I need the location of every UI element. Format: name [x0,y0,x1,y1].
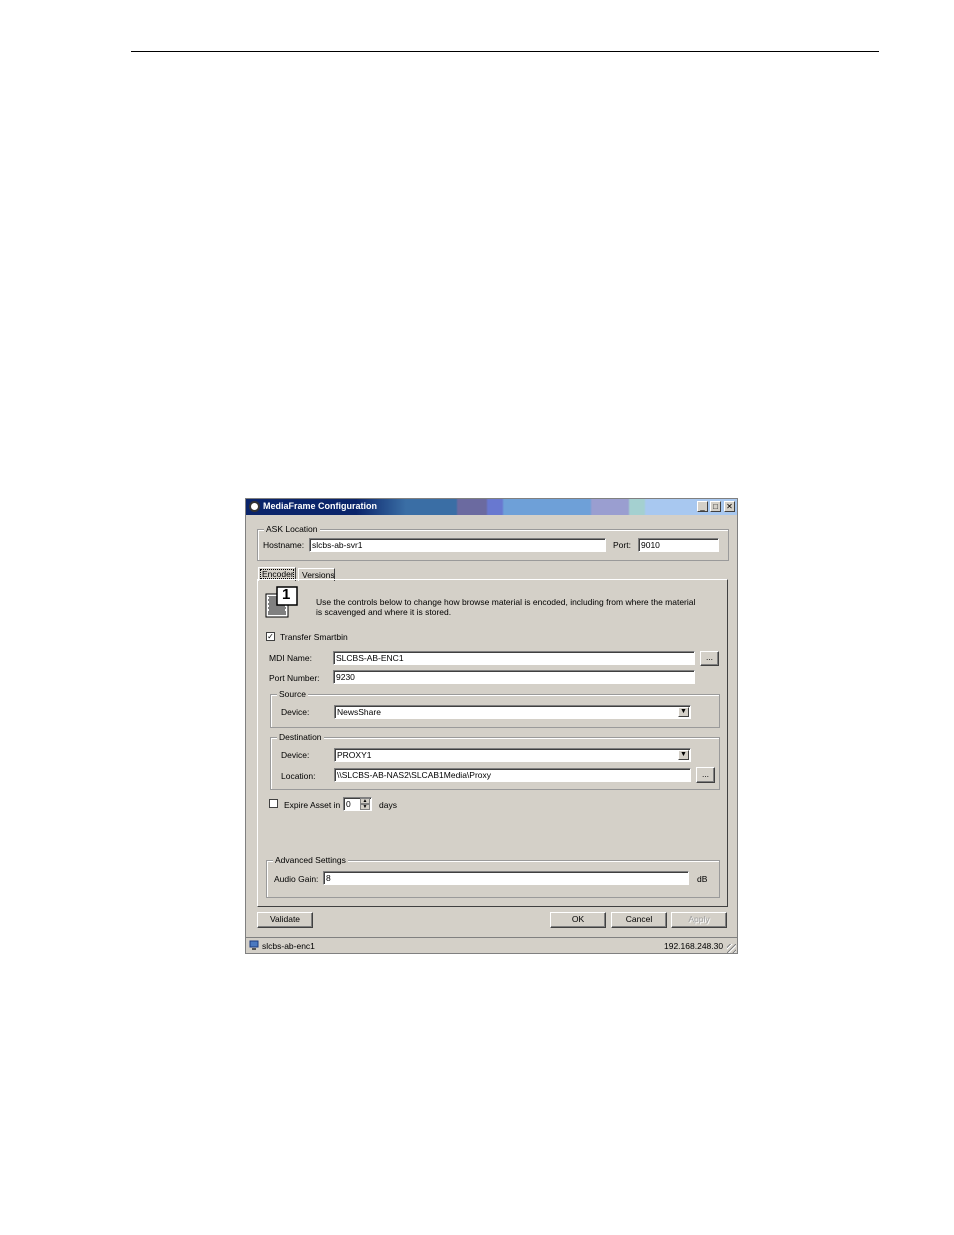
apply-button[interactable]: Apply [671,912,727,928]
destination-device-dropdown[interactable]: PROXY1 ▼ [334,748,691,762]
destination-location-field[interactable]: \\SLCBS-AB-NAS2\SLCAB1Media\Proxy [334,768,691,782]
status-ip: 192.168.248.30 [664,941,724,951]
audio-gain-unit: dB [697,874,708,884]
hostname-label: Hostname: [263,540,305,550]
close-button[interactable]: ✕ [724,501,735,512]
computer-icon [249,940,259,951]
destination-device-label: Device: [281,750,310,760]
window-title: MediaFrame Configuration [263,501,378,511]
ask-location-group: ASK Location Hostname: slcbs-ab-svr1 Por… [257,524,729,561]
title-bar[interactable]: MediaFrame Configuration _ □ ✕ [246,499,737,515]
audio-gain-field[interactable]: 8 [323,871,689,885]
destination-device-value: PROXY1 [337,750,372,760]
mdi-name-browse-button[interactable]: ... [700,651,719,666]
minimize-button[interactable]: _ [697,501,708,512]
source-device-dropdown[interactable]: NewsShare ▼ [334,705,691,719]
audio-gain-label: Audio Gain: [274,874,319,884]
status-bar: slcbs-ab-enc1 192.168.248.30 [246,937,737,954]
expire-days-spinner[interactable]: 0 ▲ ▼ [343,797,372,811]
spinner-down-icon[interactable]: ▼ [360,804,370,810]
location-browse-button[interactable]: ... [696,767,715,783]
source-group: Source Device: NewsShare ▼ [270,689,720,728]
maximize-button[interactable]: □ [710,501,721,512]
mdi-name-label: MDI Name: [269,653,312,663]
page-header-rule [131,51,879,52]
ask-location-legend: ASK Location [264,524,320,535]
ok-button[interactable]: OK [550,912,606,928]
destination-location-label: Location: [281,771,316,781]
days-label: days [379,800,397,810]
transfer-smartbin-label: Transfer Smartbin [280,632,348,642]
port-number-label: Port Number: [269,673,320,683]
advanced-settings-legend: Advanced Settings [273,855,348,866]
expire-asset-checkbox[interactable] [269,799,278,808]
validate-button[interactable]: Validate [257,912,313,928]
status-hostname: slcbs-ab-enc1 [262,941,315,951]
advanced-settings-group: Advanced Settings Audio Gain: 8 dB [266,855,720,898]
expire-days-value: 0 [346,799,351,809]
encoder-tab-panel: 1 Use the controls below to change how b… [257,579,728,907]
chevron-down-icon[interactable]: ▼ [678,750,689,760]
chevron-down-icon[interactable]: ▼ [678,707,689,717]
source-device-label: Device: [281,707,310,717]
mdi-name-field[interactable]: SLCBS-AB-ENC1 [333,651,695,665]
hostname-field[interactable]: slcbs-ab-svr1 [309,538,606,552]
port-number-field[interactable]: 9230 [333,670,695,684]
port-label: Port: [613,540,631,550]
transfer-smartbin-checkbox[interactable]: ✓ [266,632,275,641]
app-icon [249,501,260,512]
destination-legend: Destination [277,732,324,743]
source-device-value: NewsShare [337,707,381,717]
expire-asset-label: Expire Asset in [284,800,341,810]
encoder-description: Use the controls below to change how bro… [316,597,696,617]
mediaframe-configuration-window: MediaFrame Configuration _ □ ✕ ASK Locat… [245,498,738,954]
resize-grip-icon[interactable] [727,944,736,953]
source-legend: Source [277,689,308,700]
cancel-button[interactable]: Cancel [611,912,667,928]
encoder-icon-digit: 1 [282,586,291,603]
encoder-film-icon: 1 [265,586,299,618]
destination-group: Destination Device: PROXY1 ▼ Location: \… [270,732,720,790]
port-field[interactable]: 9010 [638,538,719,552]
